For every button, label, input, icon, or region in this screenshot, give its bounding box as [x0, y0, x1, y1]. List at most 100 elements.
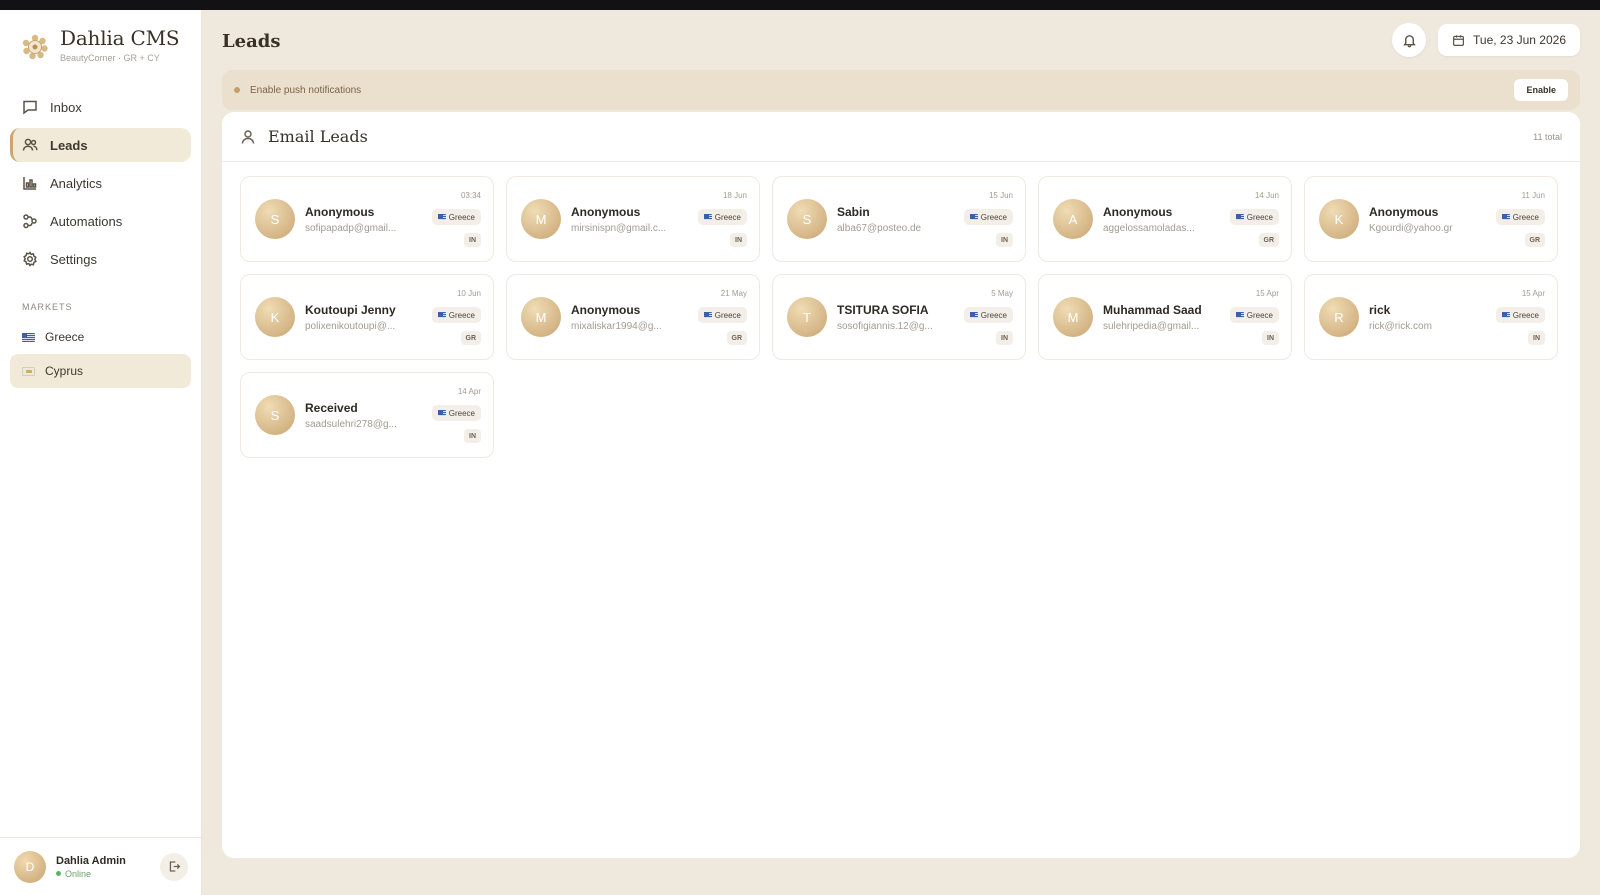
lead-name: Sabin	[837, 204, 870, 219]
panel-title: Email Leads	[268, 127, 368, 146]
nav-item-label: Settings	[50, 251, 97, 267]
lead-date: 15 Jun	[988, 191, 1013, 200]
source-tag: IN	[996, 233, 1013, 247]
lead-name: rick	[1369, 302, 1391, 317]
enable-push-button[interactable]: Enable	[1514, 79, 1568, 101]
panel-header: Email Leads 11 total	[222, 112, 1580, 162]
lead-email: sosofigiannis.12@g...	[837, 320, 933, 332]
nav-item-automations[interactable]: Automations	[10, 204, 191, 238]
lead-card[interactable]: S Received saadsulehri278@g... 14 Apr Gre…	[240, 372, 494, 458]
market-badge-label: Greece	[448, 212, 475, 222]
lead-date: 14 Jun	[1254, 191, 1279, 200]
market-badge-label: Greece	[448, 408, 475, 418]
source-tag: IN	[464, 429, 481, 443]
market-badge: Greece	[697, 209, 747, 225]
lead-email: polixenikoutoupi@...	[305, 320, 396, 332]
push-notification-banner: Enable push notifications Enable	[222, 70, 1580, 110]
leads-grid: S Anonymous sofipapadp@gmail... 03:34 Gre…	[222, 162, 1580, 472]
lead-date: 18 Jun	[722, 191, 747, 200]
lead-card[interactable]: K Anonymous Kgourdi@yahoo.gr 11 Jun Greec…	[1304, 176, 1558, 262]
calendar-icon	[1453, 34, 1465, 46]
lead-card[interactable]: M Muhammad Saad sulehripedia@gmail... 15 …	[1038, 274, 1292, 360]
market-badge: Greece	[697, 307, 747, 323]
lead-name: Anonymous	[1103, 204, 1173, 219]
chat-icon	[23, 100, 37, 115]
market-badge: Greece	[431, 209, 481, 225]
lead-card[interactable]: A Anonymous aggelossamoladas... 14 Jun Gr…	[1038, 176, 1292, 262]
greece-flag-icon	[703, 312, 712, 318]
greece-flag-icon	[437, 410, 446, 416]
lead-date: 15 Apr	[1521, 289, 1545, 298]
lead-date: 14 Apr	[457, 387, 481, 396]
user-status: Online	[56, 869, 126, 879]
lead-email: sofipapadp@gmail...	[305, 222, 397, 234]
lead-card[interactable]: S Sabin alba67@posteo.de 15 Jun Greece IN	[772, 176, 1026, 262]
user-name: Dahlia Admin	[56, 854, 126, 867]
greece-flag-icon	[1235, 214, 1244, 220]
greece-flag-icon	[437, 214, 446, 220]
market-badge-label: Greece	[1246, 310, 1273, 320]
lead-email: saadsulehri278@g...	[305, 418, 397, 430]
nav-item-leads[interactable]: Leads	[10, 128, 191, 162]
logout-button[interactable]	[160, 852, 188, 881]
lead-name: Anonymous	[571, 204, 641, 219]
nav-item-inbox[interactable]: Inbox	[10, 90, 191, 124]
lead-card[interactable]: M Anonymous mixaliskar1994@g... 21 May Gr…	[506, 274, 760, 360]
lead-card[interactable]: M Anonymous mirsinispn@gmail.c... 18 Jun …	[506, 176, 760, 262]
banner-text: Enable push notifications	[250, 84, 362, 96]
nav-item-settings[interactable]: Settings	[10, 242, 191, 276]
market-badge-label: Greece	[980, 310, 1007, 320]
avatar: K	[255, 297, 295, 337]
lead-email: Kgourdi@yahoo.gr	[1369, 222, 1453, 234]
market-badge: Greece	[963, 307, 1013, 323]
greece-flag-icon	[703, 214, 712, 220]
app-window: Dahlia CMS BeautyCorner · GR + CY Inbox …	[0, 10, 1600, 895]
dahlia-logo-icon	[22, 34, 48, 60]
greece-flag-icon	[437, 312, 446, 318]
header: Leads Tue, 23 Jun 2026	[222, 10, 1580, 70]
lead-name: Anonymous	[1369, 204, 1439, 219]
avatar: K	[1319, 199, 1359, 239]
online-dot-icon	[56, 871, 61, 876]
date-label: Tue, 23 Jun 2026	[1473, 33, 1566, 47]
lead-card[interactable]: T TSITURA SOFIA sosofigiannis.12@g... 5 M…	[772, 274, 1026, 360]
nav-item-label: Analytics	[50, 175, 103, 191]
lead-name: Muhammad Saad	[1103, 302, 1202, 317]
avatar: S	[255, 199, 295, 239]
brand-subtitle: BeautyCorner · GR + CY	[60, 53, 160, 63]
lead-name: TSITURA SOFIA	[837, 302, 929, 317]
lead-date: 11 Jun	[1521, 191, 1545, 200]
market-item-greece[interactable]: Greece	[10, 320, 191, 354]
market-badge-label: Greece	[448, 310, 475, 320]
avatar: M	[521, 297, 561, 337]
avatar: A	[1053, 199, 1093, 239]
market-badge: Greece	[1495, 307, 1545, 323]
brand-name: Dahlia CMS	[60, 26, 180, 50]
source-tag: GR	[460, 331, 481, 345]
market-item-cyprus[interactable]: Cyprus	[10, 354, 191, 388]
lead-card[interactable]: K Koutoupi Jenny polixenikoutoupi@... 10 …	[240, 274, 494, 360]
market-badge: Greece	[963, 209, 1013, 225]
lead-card[interactable]: R rick rick@rick.com 15 Apr Greece IN	[1304, 274, 1558, 360]
date-picker-button[interactable]: Tue, 23 Jun 2026	[1438, 24, 1580, 56]
nav-item-label: Leads	[50, 137, 88, 153]
greece-flag-icon	[1501, 312, 1510, 318]
avatar: S	[255, 395, 295, 435]
markets-section-label: MARKETS	[22, 302, 73, 312]
sidebar: Dahlia CMS BeautyCorner · GR + CY Inbox …	[0, 10, 202, 895]
notifications-button[interactable]	[1392, 23, 1427, 57]
lead-date: 10 Jun	[456, 289, 481, 298]
main-nav: Inbox Leads Analytics Automations Settin…	[10, 90, 191, 276]
page-title: Leads	[222, 30, 281, 52]
source-tag: GR	[1258, 233, 1279, 247]
lead-card[interactable]: S Anonymous sofipapadp@gmail... 03:34 Gre…	[240, 176, 494, 262]
lead-name: Received	[305, 400, 358, 415]
source-tag: IN	[1528, 331, 1545, 345]
users-icon	[22, 138, 38, 151]
greece-flag-icon	[969, 312, 978, 318]
user-status-text: Online	[65, 868, 92, 879]
lead-email: alba67@posteo.de	[837, 222, 922, 234]
nav-item-analytics[interactable]: Analytics	[10, 166, 191, 200]
market-badge-label: Greece	[1512, 212, 1539, 222]
lead-email: rick@rick.com	[1369, 320, 1432, 332]
